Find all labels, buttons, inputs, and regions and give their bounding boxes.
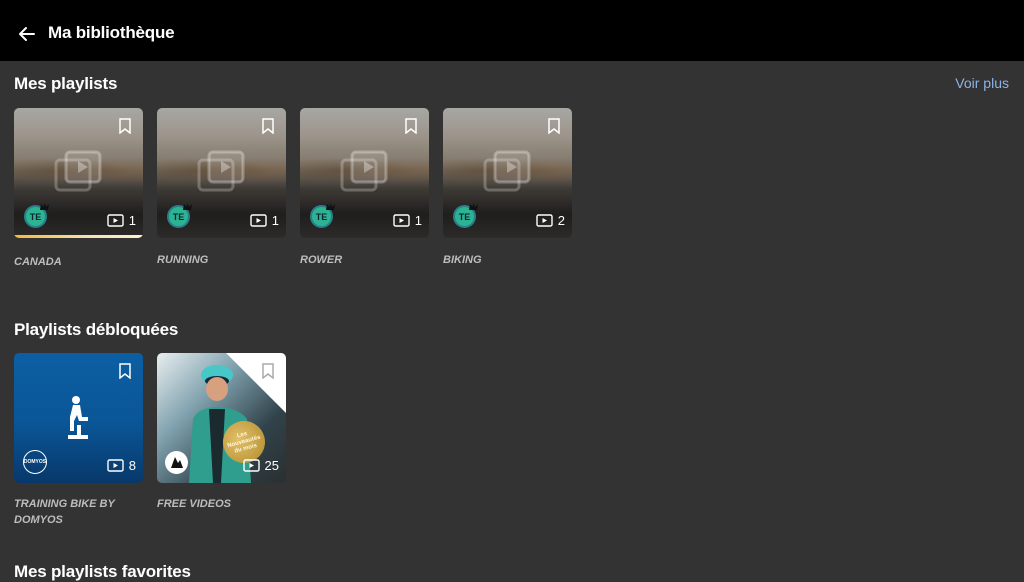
- crown-icon: [183, 203, 192, 210]
- video-placeholder-icon: [483, 150, 531, 192]
- play-count-icon: [107, 214, 124, 227]
- video-count-value: 8: [128, 458, 136, 473]
- video-count-value: 1: [271, 213, 279, 228]
- brand-logo: [165, 451, 188, 474]
- playlist-caption: ROWER: [300, 254, 343, 266]
- video-count-value: 1: [128, 213, 136, 228]
- bookmark-icon[interactable]: [548, 118, 560, 134]
- bookmark-icon[interactable]: [119, 363, 131, 379]
- avatar-initials: TE: [315, 211, 328, 222]
- exercise-bike-icon: [68, 396, 88, 439]
- play-count-icon: [107, 459, 124, 472]
- video-placeholder-icon: [197, 150, 245, 192]
- bookmark-icon[interactable]: [262, 118, 274, 134]
- playlist-card-biking[interactable]: TE 2: [443, 108, 572, 238]
- play-count-icon: [536, 214, 553, 227]
- video-count-value: 25: [264, 458, 279, 473]
- playlist-card-training-bike[interactable]: DOMYOS 8: [14, 353, 143, 483]
- video-count: 25: [242, 458, 279, 473]
- video-count: 8: [107, 458, 136, 473]
- domyos-logo: DOMYOS: [23, 450, 47, 474]
- avatar-initials: TE: [172, 211, 185, 222]
- voir-plus-link[interactable]: Voir plus: [955, 75, 1009, 91]
- playlist-caption: FREE VIDEOS: [157, 498, 231, 510]
- section-title-favorite-playlists: Mes playlists favorites: [14, 562, 191, 581]
- back-arrow-icon[interactable]: [17, 24, 37, 44]
- play-count-icon: [242, 459, 260, 472]
- bookmark-icon[interactable]: [119, 118, 131, 134]
- bookmark-icon[interactable]: [405, 118, 417, 134]
- playlist-card-rower[interactable]: TE 1: [300, 108, 429, 238]
- playlist-caption: RUNNING: [157, 254, 209, 266]
- section-title-my-playlists: Mes playlists: [14, 74, 118, 93]
- brand-logo-icon: [171, 457, 183, 468]
- video-placeholder-icon: [54, 150, 102, 192]
- avatar-initials: TE: [458, 211, 471, 222]
- play-count-icon: [250, 214, 267, 227]
- crown-icon: [40, 203, 49, 210]
- video-count-value: 1: [414, 213, 422, 228]
- playlist-caption: BIKING: [443, 254, 482, 266]
- playlist-card-canada[interactable]: TE 1: [14, 108, 143, 238]
- playlist-caption: CANADA: [14, 256, 62, 268]
- progress-bar: [14, 235, 143, 238]
- playlist-card-free-videos[interactable]: Les Nouveautés du mois 25: [157, 353, 286, 483]
- video-count: 2: [536, 213, 565, 228]
- page-title: Ma bibliothèque: [48, 23, 175, 42]
- section-title-unlocked-playlists: Playlists débloquées: [14, 320, 179, 339]
- avatar: TE: [167, 203, 192, 228]
- video-count: 1: [393, 213, 422, 228]
- video-placeholder-icon: [340, 150, 388, 192]
- video-count: 1: [250, 213, 279, 228]
- top-app-bar: Ma bibliothèque: [0, 0, 1024, 61]
- playlist-caption: TRAINING BIKE BY DOMYOS: [14, 498, 115, 526]
- crown-icon: [326, 203, 335, 210]
- bookmark-icon[interactable]: [262, 363, 274, 379]
- crown-icon: [469, 203, 478, 210]
- avatar: TE: [453, 203, 478, 228]
- avatar: TE: [310, 203, 335, 228]
- avatar-initials: TE: [29, 211, 42, 222]
- video-count: 1: [107, 213, 136, 228]
- video-count-value: 2: [557, 213, 565, 228]
- avatar: TE: [24, 203, 49, 228]
- play-count-icon: [393, 214, 410, 227]
- playlist-card-running[interactable]: TE 1: [157, 108, 286, 238]
